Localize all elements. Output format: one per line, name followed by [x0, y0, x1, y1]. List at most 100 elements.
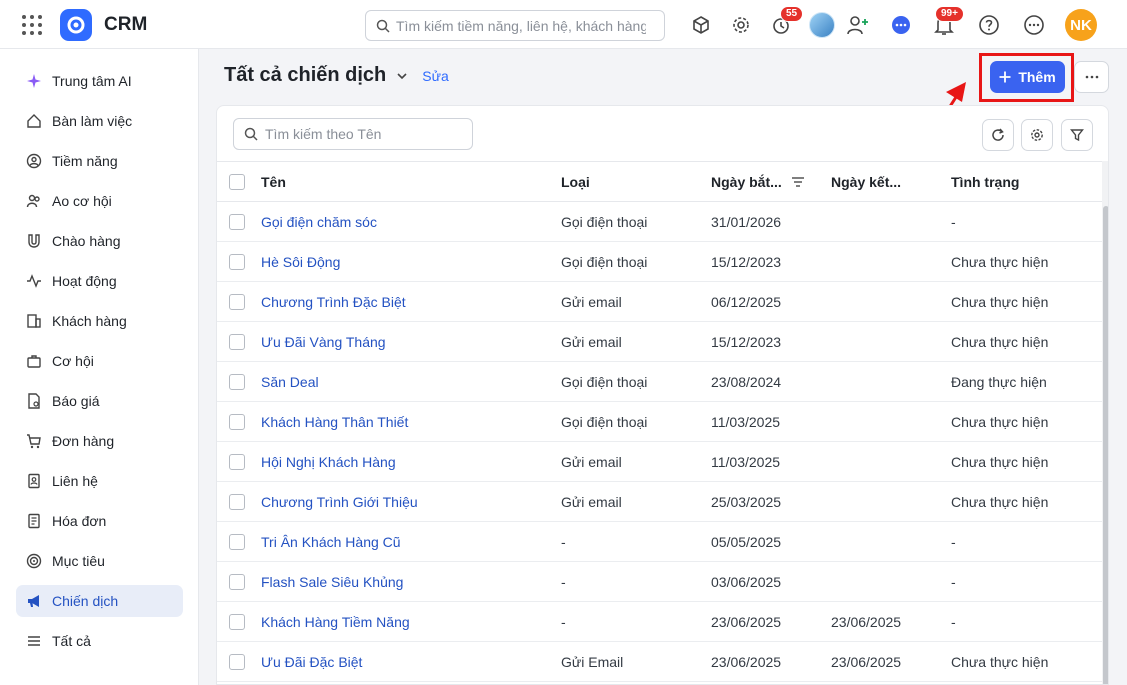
sidebar-item-label: Tất cả — [52, 633, 91, 649]
sidebar-item-contacts[interactable]: Liên hệ — [16, 465, 183, 497]
cell-name[interactable]: Săn Deal — [261, 374, 319, 390]
more-actions-button[interactable] — [1074, 61, 1109, 93]
table-row[interactable]: Chương Trình Đặc Biệt Gửi email 06/12/2025… — [217, 282, 1102, 322]
chat-icon[interactable] — [888, 12, 914, 38]
cell-name[interactable]: Hè Sôi Động — [261, 254, 340, 270]
cell-status: Chưa thực hiện — [951, 334, 1049, 350]
table-row[interactable]: Flash Sale Siêu Khủng - 03/06/2025 - — [217, 562, 1102, 602]
cell-type: - — [561, 534, 566, 550]
table-row[interactable]: Khách Hàng Tiềm Năng - 23/06/2025 23/06/202… — [217, 602, 1102, 642]
sidebar-item-opportunity-pool[interactable]: Ao cơ hội — [16, 185, 183, 217]
sidebar-item-quotes[interactable]: Báo giá — [16, 385, 183, 417]
table-row[interactable]: Gọi điện chăm sóc Gọi điện thoại 31/01/202… — [217, 202, 1102, 242]
table-row[interactable]: Hè Sôi Động Gọi điện thoại 15/12/2023 Chưa … — [217, 242, 1102, 282]
cell-status: Chưa thực hiện — [951, 414, 1049, 430]
row-checkbox[interactable] — [229, 574, 245, 590]
cube-search-icon[interactable] — [688, 12, 714, 38]
sidebar-item-orders[interactable]: Đơn hàng — [16, 425, 183, 457]
global-search[interactable] — [365, 10, 665, 41]
cell-type: Gọi điện thoại — [561, 414, 648, 430]
more-options-icon[interactable] — [1021, 12, 1047, 38]
cell-status: - — [951, 574, 956, 590]
sidebar-item-customers[interactable]: Khách hàng — [16, 305, 183, 337]
user-avatar[interactable]: NK — [1065, 9, 1097, 41]
table-scrollbar[interactable] — [1102, 161, 1108, 684]
row-checkbox[interactable] — [229, 374, 245, 390]
app-launcher-icon[interactable] — [22, 15, 42, 35]
table-row[interactable]: Săn Deal Gọi điện thoại 23/08/2024 Đang thự… — [217, 362, 1102, 402]
column-header-type[interactable]: Loại — [561, 174, 590, 190]
settings-icon[interactable] — [728, 12, 754, 38]
column-header-start-date[interactable]: Ngày bắt... — [711, 174, 782, 190]
select-all-checkbox[interactable] — [229, 174, 245, 190]
table-settings-button[interactable] — [1021, 119, 1053, 151]
table-search[interactable] — [233, 118, 473, 150]
scrollbar-thumb[interactable] — [1103, 206, 1108, 684]
sidebar-item-leads[interactable]: Tiềm năng — [16, 145, 183, 177]
sidebar-item-workspace[interactable]: Bàn làm việc — [16, 105, 183, 137]
highlight-annotation-box — [979, 53, 1074, 102]
building-icon — [27, 314, 41, 328]
cell-type: Gọi điện thoại — [561, 214, 648, 230]
row-checkbox[interactable] — [229, 654, 245, 670]
crm-logo[interactable] — [60, 9, 92, 41]
table-row[interactable]: Ưu Đãi Vàng Tháng Gửi email 15/12/2023 Chưa… — [217, 322, 1102, 362]
add-user-icon[interactable] — [845, 12, 871, 38]
sidebar-item-opportunities[interactable]: Cơ hội — [16, 345, 183, 377]
table-row[interactable]: Ưu Đãi Đặc Biệt Gửi Email 23/06/2025 23/06/… — [217, 642, 1102, 682]
row-checkbox[interactable] — [229, 494, 245, 510]
bell-icon[interactable]: 99+ — [931, 6, 964, 38]
sidebar-item-label: Bàn làm việc — [52, 113, 133, 129]
cell-name[interactable]: Tri Ân Khách Hàng Cũ — [261, 534, 401, 550]
cell-name[interactable]: Ưu Đãi Vàng Tháng — [261, 334, 386, 350]
cell-start-date: 11/03/2025 — [711, 414, 781, 430]
global-search-input[interactable] — [396, 17, 646, 34]
table-row[interactable]: Chương Trình Giới Thiệu Gửi email 25/03/20… — [217, 482, 1102, 522]
sidebar-item-label: Hoạt động — [52, 273, 117, 289]
column-header-status[interactable]: Tình trạng — [951, 174, 1019, 190]
table-search-input[interactable] — [265, 126, 465, 142]
help-icon[interactable] — [976, 12, 1002, 38]
row-checkbox[interactable] — [229, 294, 245, 310]
sidebar-item-goals[interactable]: Mục tiêu — [16, 545, 183, 577]
cell-name[interactable]: Hội Nghị Khách Hàng — [261, 454, 396, 470]
refresh-button[interactable] — [982, 119, 1014, 151]
row-checkbox[interactable] — [229, 414, 245, 430]
column-header-end-date[interactable]: Ngày kết... — [831, 174, 901, 190]
row-checkbox[interactable] — [229, 214, 245, 230]
cell-type: - — [561, 614, 566, 630]
sidebar-item-activities[interactable]: Hoạt động — [16, 265, 183, 297]
gear-icon — [1031, 129, 1043, 141]
sort-icon[interactable] — [791, 176, 805, 188]
row-checkbox[interactable] — [229, 334, 245, 350]
cell-type: Gửi Email — [561, 654, 624, 670]
cell-start-date: 23/06/2025 — [711, 654, 782, 670]
column-header-name[interactable]: Tên — [261, 174, 286, 190]
cell-name[interactable]: Khách Hàng Thân Thiết — [261, 414, 408, 430]
cell-name[interactable]: Flash Sale Siêu Khủng — [261, 574, 403, 590]
timer-icon[interactable]: 55 — [768, 6, 804, 38]
cell-name[interactable]: Chương Trình Đặc Biệt — [261, 294, 406, 310]
cell-name[interactable]: Khách Hàng Tiềm Năng — [261, 614, 410, 630]
sidebar-item-all[interactable]: Tất cả — [16, 625, 183, 657]
row-checkbox[interactable] — [229, 614, 245, 630]
sidebar-item-campaigns[interactable]: Chiến dịch — [16, 585, 183, 617]
chevron-down-icon[interactable] — [396, 70, 408, 82]
user-avatar-small[interactable] — [809, 12, 835, 38]
row-checkbox[interactable] — [229, 534, 245, 550]
filter-button[interactable] — [1061, 119, 1093, 151]
edit-view-link[interactable]: Sửa — [422, 68, 449, 84]
row-checkbox[interactable] — [229, 254, 245, 270]
sidebar-item-offers[interactable]: Chào hàng — [16, 225, 183, 257]
cell-name[interactable]: Gọi điện chăm sóc — [261, 214, 377, 230]
row-checkbox[interactable] — [229, 454, 245, 470]
table-row[interactable]: Tri Ân Khách Hàng Cũ - 05/05/2025 - — [217, 522, 1102, 562]
sidebar-item-invoices[interactable]: Hóa đơn — [16, 505, 183, 537]
sidebar-item-ai-center[interactable]: Trung tâm AI — [16, 65, 183, 97]
cell-name[interactable]: Ưu Đãi Đặc Biệt — [261, 654, 362, 670]
page-header: Tất cả chiến dịch Sửa — [224, 64, 449, 87]
table-row[interactable]: Khách Hàng Thân Thiết Gọi điện thoại 11/03… — [217, 402, 1102, 442]
table-row[interactable]: Hội Nghị Khách Hàng Gửi email 11/03/2025 Ch… — [217, 442, 1102, 482]
cell-name[interactable]: Chương Trình Giới Thiệu — [261, 494, 418, 510]
cell-status: - — [951, 214, 956, 230]
